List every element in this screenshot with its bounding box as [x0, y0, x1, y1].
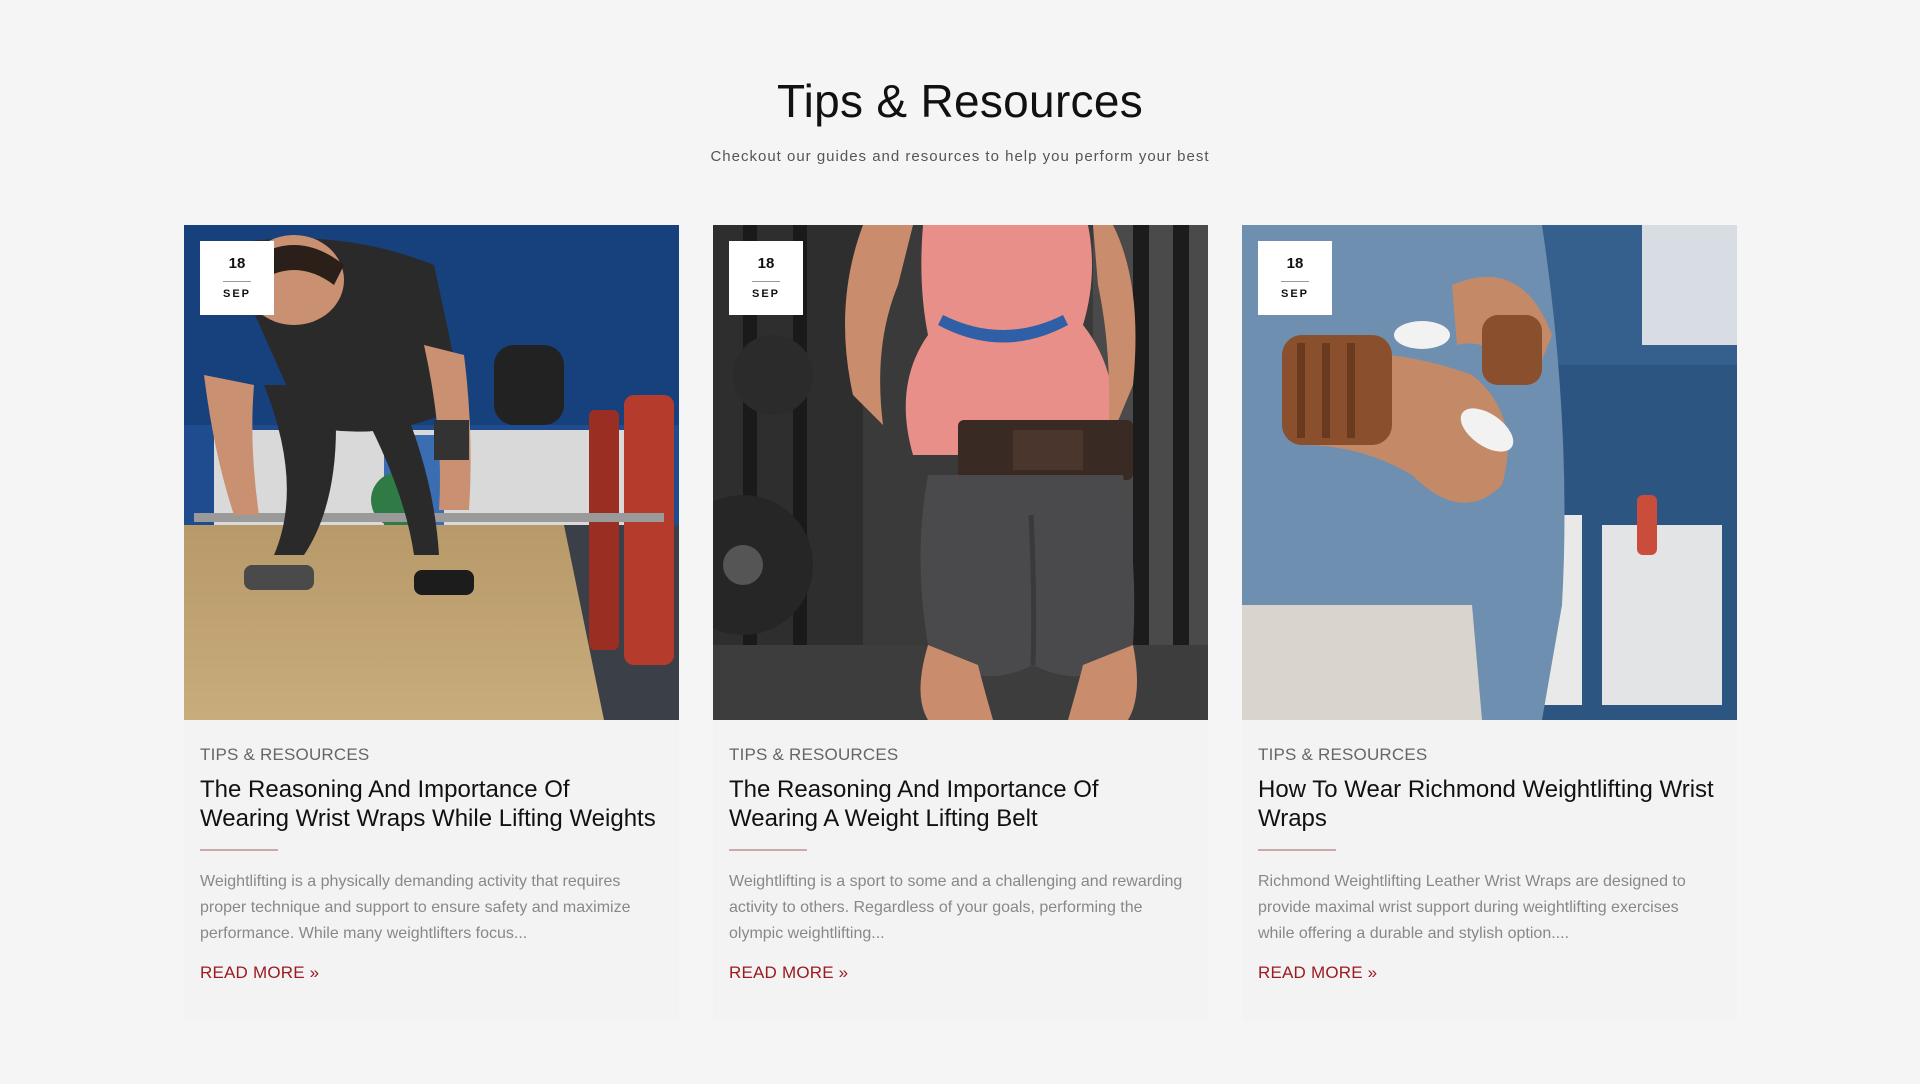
post-excerpt: Weightlifting is a sport to some and a c…	[729, 873, 1183, 942]
date-month: SEP	[1280, 288, 1309, 300]
post-title[interactable]: The Reasoning And Importance Of Wearing …	[200, 775, 660, 833]
date-badge: 18 SEP	[200, 241, 274, 315]
blog-card: 18 SEP TIPS & RESOURCES The Reasoning An…	[713, 225, 1208, 1021]
date-day: 18	[1286, 255, 1304, 272]
date-day: 18	[757, 255, 775, 272]
tips-resources-section: Tips & Resources Checkout our guides and…	[0, 0, 1920, 1084]
post-title[interactable]: How To Wear Richmond Weightlifting Wrist…	[1258, 775, 1718, 833]
date-day: 18	[228, 255, 246, 272]
blog-card: 18 SEP TIPS & RESOURCES How To Wear Rich…	[1242, 225, 1737, 1021]
post-image-lifting-belt[interactable]: 18 SEP	[713, 225, 1208, 720]
post-title[interactable]: The Reasoning And Importance Of Wearing …	[729, 775, 1189, 833]
read-more-link[interactable]: READ MORE »	[200, 963, 319, 983]
read-more-link[interactable]: READ MORE »	[1258, 963, 1377, 983]
post-image-deadlift[interactable]: 18 SEP	[184, 225, 679, 720]
post-excerpt: Richmond Weightlifting Leather Wrist Wra…	[1258, 873, 1686, 942]
section-subtitle: Checkout our guides and resources to hel…	[710, 148, 1210, 165]
card-body: TIPS & RESOURCES The Reasoning And Impor…	[729, 745, 1189, 983]
title-divider	[1258, 849, 1336, 851]
title-divider	[729, 849, 807, 851]
post-image-wrist-wraps[interactable]: 18 SEP	[1242, 225, 1737, 720]
read-more-link[interactable]: READ MORE »	[729, 963, 848, 983]
card-body: TIPS & RESOURCES The Reasoning And Impor…	[200, 745, 660, 983]
post-category[interactable]: TIPS & RESOURCES	[1258, 745, 1718, 765]
date-badge: 18 SEP	[729, 241, 803, 315]
date-divider	[223, 281, 251, 282]
date-divider	[1281, 281, 1309, 282]
section-title: Tips & Resources	[776, 75, 1144, 127]
date-month: SEP	[222, 288, 251, 300]
date-divider	[752, 281, 780, 282]
blog-card: 18 SEP TIPS & RESOURCES The Reasoning An…	[184, 225, 679, 1021]
post-category[interactable]: TIPS & RESOURCES	[729, 745, 1189, 765]
post-excerpt: Weightlifting is a physically demanding …	[200, 873, 631, 942]
card-body: TIPS & RESOURCES How To Wear Richmond We…	[1258, 745, 1718, 983]
post-category[interactable]: TIPS & RESOURCES	[200, 745, 660, 765]
date-badge: 18 SEP	[1258, 241, 1332, 315]
title-divider	[200, 849, 278, 851]
date-month: SEP	[751, 288, 780, 300]
